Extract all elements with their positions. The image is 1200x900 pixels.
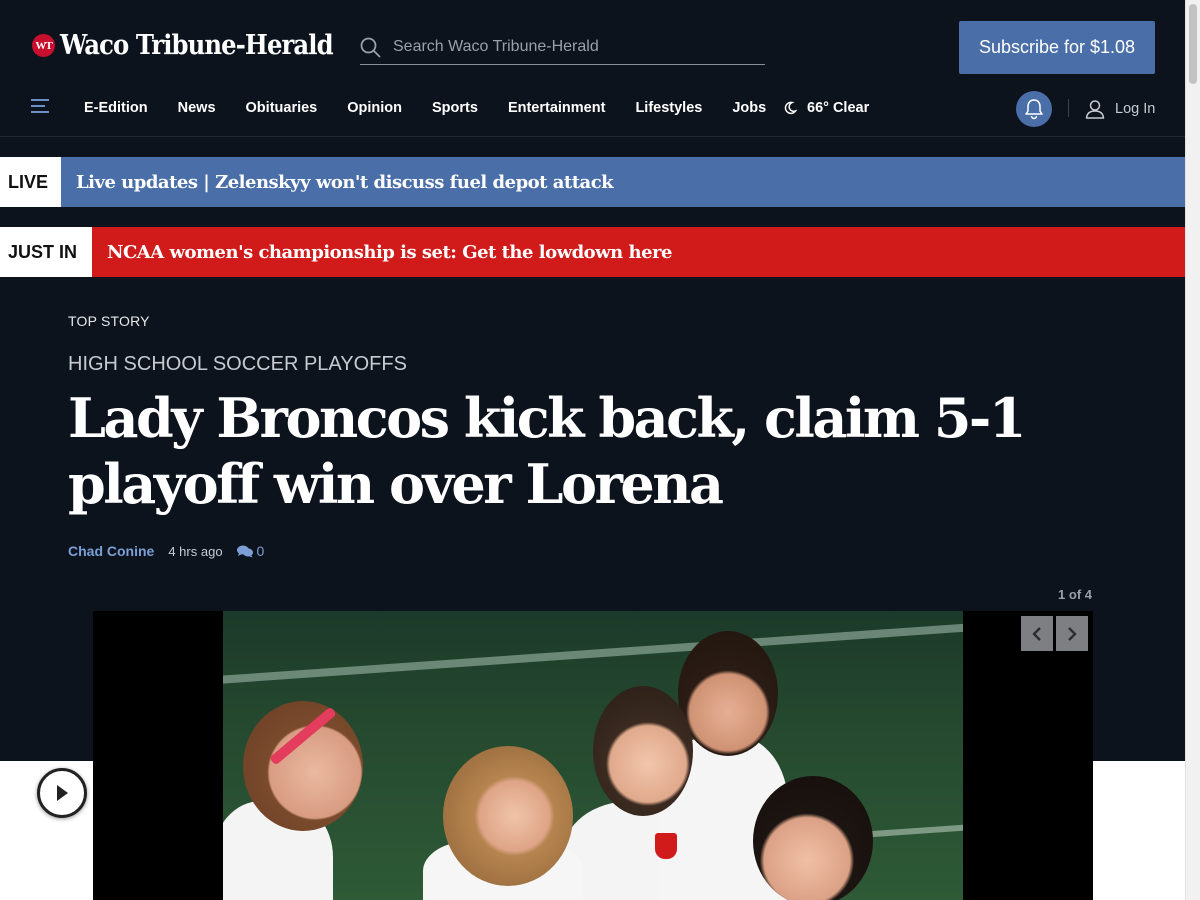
gallery-counter: 1 of 4 — [1058, 587, 1092, 602]
menu-icon[interactable] — [31, 99, 49, 115]
live-headline[interactable]: Live updates | Zelenskyy won't discuss f… — [61, 157, 1185, 207]
comments-count: 0 — [256, 543, 265, 559]
nav-item-jobs[interactable]: Jobs — [732, 100, 766, 116]
login-label: Log In — [1115, 101, 1156, 117]
nav-divider — [1068, 99, 1069, 117]
nav-item-sports[interactable]: Sports — [432, 100, 478, 116]
logo-badge: WT — [32, 34, 55, 57]
site-header: WT Waco Tribune-Herald Subscribe for $1.… — [0, 0, 1185, 137]
main-nav: E-Edition News Obituaries Opinion Sports… — [0, 90, 1185, 128]
gallery-prev-button[interactable] — [1021, 616, 1053, 651]
just-in-tag: JUST IN — [0, 227, 92, 277]
story-kicker[interactable]: HIGH SCHOOL SOCCER PLAYOFFS — [68, 353, 407, 376]
logo-text: Waco Tribune-Herald — [60, 30, 334, 61]
nav-item-e-edition[interactable]: E-Edition — [84, 100, 148, 116]
chevron-left-icon — [1032, 626, 1041, 641]
gallery-photo[interactable] — [223, 611, 963, 900]
notifications-button[interactable] — [1016, 91, 1052, 127]
site-logo[interactable]: WT Waco Tribune-Herald — [32, 30, 363, 61]
bell-icon — [1025, 99, 1043, 120]
just-in-bar[interactable]: JUST IN NCAA women's championship is set… — [0, 227, 1185, 277]
scrollbar-thumb[interactable] — [1189, 4, 1197, 84]
author-link[interactable]: Chad Conine — [68, 543, 154, 559]
byline: Chad Conine 4 hrs ago 0 — [68, 543, 264, 559]
live-tag: LIVE — [0, 157, 61, 207]
just-in-headline[interactable]: NCAA women's championship is set: Get th… — [92, 227, 1185, 277]
chevron-right-icon — [1068, 626, 1077, 641]
nav-item-opinion[interactable]: Opinion — [347, 100, 402, 116]
moon-icon — [784, 101, 797, 115]
nav-item-entertainment[interactable]: Entertainment — [508, 100, 606, 116]
section-label: TOP STORY — [68, 313, 150, 329]
play-icon — [57, 785, 68, 801]
story-headline[interactable]: Lady Broncos kick back, claim 5-1 playof… — [68, 385, 1118, 517]
photo-gallery — [93, 611, 1093, 900]
live-updates-bar[interactable]: LIVE Live updates | Zelenskyy won't disc… — [0, 157, 1185, 207]
comments-icon — [236, 545, 253, 557]
subscribe-button[interactable]: Subscribe for $1.08 — [959, 21, 1155, 74]
user-icon — [1085, 100, 1105, 119]
search-bar — [360, 30, 765, 65]
timestamp: 4 hrs ago — [168, 543, 223, 559]
page-scrollbar[interactable] — [1185, 0, 1200, 900]
login-link[interactable]: Log In — [1085, 99, 1155, 119]
gallery-next-button[interactable] — [1056, 616, 1088, 651]
page: WT Waco Tribune-Herald Subscribe for $1.… — [0, 0, 1185, 900]
weather-widget[interactable]: 66° Clear — [783, 100, 869, 116]
comments-link[interactable]: 0 — [236, 543, 265, 559]
nav-item-obituaries[interactable]: Obituaries — [246, 100, 318, 116]
nav-item-lifestyles[interactable]: Lifestyles — [635, 100, 702, 116]
search-input[interactable] — [393, 38, 753, 56]
nav-item-news[interactable]: News — [178, 100, 216, 116]
play-video-button[interactable] — [37, 768, 87, 818]
weather-text: 66° Clear — [807, 100, 870, 116]
search-icon[interactable] — [360, 37, 381, 58]
nav-items: E-Edition News Obituaries Opinion Sports… — [84, 100, 796, 116]
